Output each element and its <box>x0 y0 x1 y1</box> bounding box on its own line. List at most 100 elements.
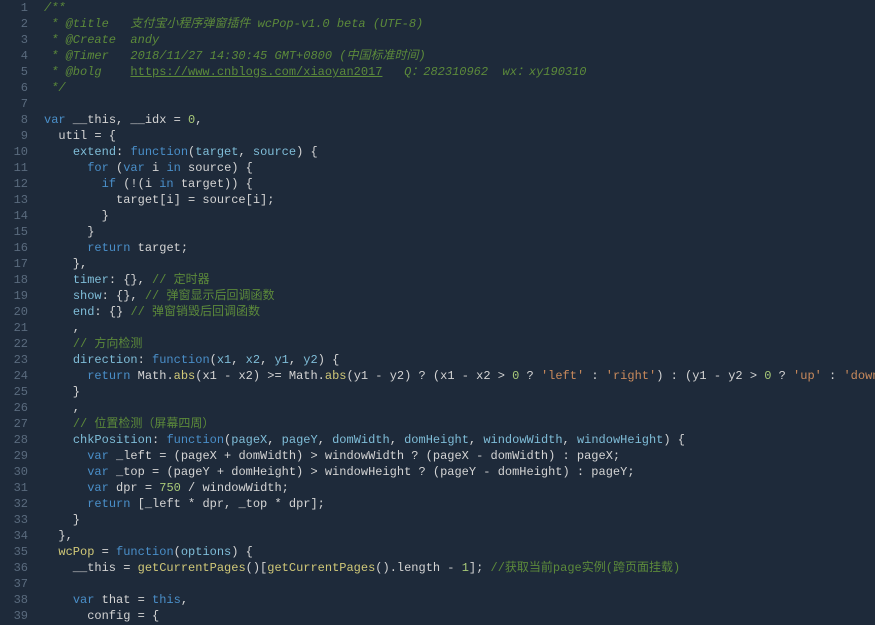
code-line[interactable]: chkPosition: function(pageX, pageY, domW… <box>44 432 875 448</box>
line-number: 22 <box>0 336 28 352</box>
code-line[interactable]: return target; <box>44 240 875 256</box>
code-line[interactable]: return Math.abs(x1 - x2) >= Math.abs(y1 … <box>44 368 875 384</box>
code-line[interactable]: var _left = (pageX + domWidth) > windowW… <box>44 448 875 464</box>
token: _top = (pageY + domHeight) > windowHeigh… <box>109 465 635 479</box>
code-line[interactable]: */ <box>44 80 875 96</box>
token: return <box>87 497 130 511</box>
code-line[interactable]: /** <box>44 0 875 16</box>
code-line[interactable]: show: {}, // 弹窗显示后回调函数 <box>44 288 875 304</box>
code-line[interactable]: , <box>44 320 875 336</box>
code-line[interactable] <box>44 96 875 112</box>
token: : <box>116 145 130 159</box>
code-line[interactable]: } <box>44 208 875 224</box>
line-number: 15 <box>0 224 28 240</box>
token: i <box>145 161 167 175</box>
line-number: 14 <box>0 208 28 224</box>
token: y2 <box>303 353 317 367</box>
code-line[interactable]: * @bolg https://www.cnblogs.com/xiaoyan2… <box>44 64 875 80</box>
token: , <box>267 433 281 447</box>
token: target; <box>130 241 188 255</box>
code-line[interactable]: if (!(i in target)) { <box>44 176 875 192</box>
code-line[interactable]: } <box>44 384 875 400</box>
token <box>44 161 87 175</box>
token: // 弹窗销毁后回调函数 <box>130 305 260 319</box>
code-line[interactable]: var __this, __idx = 0, <box>44 112 875 128</box>
code-line[interactable]: }, <box>44 256 875 272</box>
token <box>44 289 73 303</box>
token: target <box>195 145 238 159</box>
token: , <box>289 353 303 367</box>
code-line[interactable] <box>44 576 875 592</box>
token: x2 <box>246 353 260 367</box>
code-line[interactable]: for (var i in source) { <box>44 160 875 176</box>
line-number: 12 <box>0 176 28 192</box>
line-number: 30 <box>0 464 28 480</box>
token: getCurrentPages <box>267 561 375 575</box>
token: end <box>73 305 95 319</box>
token: var <box>87 481 109 495</box>
token: : {}, <box>109 273 152 287</box>
code-area[interactable]: /** * @title 支付宝小程序弹窗插件 wcPop-v1.0 beta … <box>40 0 875 625</box>
code-line[interactable]: } <box>44 512 875 528</box>
token: function <box>152 353 210 367</box>
token: in <box>166 161 180 175</box>
line-number: 33 <box>0 512 28 528</box>
code-line[interactable]: * @title 支付宝小程序弹窗插件 wcPop-v1.0 beta (UTF… <box>44 16 875 32</box>
code-line[interactable]: end: {} // 弹窗销毁后回调函数 <box>44 304 875 320</box>
token: , <box>181 593 188 607</box>
code-line[interactable]: target[i] = source[i]; <box>44 192 875 208</box>
token: * @title 支付宝小程序弹窗插件 wcPop-v1.0 beta (UTF… <box>44 17 423 31</box>
token: function <box>130 145 188 159</box>
token: ) { <box>663 433 685 447</box>
code-line[interactable]: util = { <box>44 128 875 144</box>
token: wcPop <box>58 545 94 559</box>
code-line[interactable]: wcPop = function(options) { <box>44 544 875 560</box>
line-number: 8 <box>0 112 28 128</box>
token: Math. <box>130 369 173 383</box>
line-number: 6 <box>0 80 28 96</box>
token: // 定时器 <box>152 273 210 287</box>
code-line[interactable]: config = { <box>44 608 875 624</box>
token: 'up' <box>793 369 822 383</box>
code-line[interactable]: * @Create andy <box>44 32 875 48</box>
token: x1 <box>217 353 231 367</box>
code-line[interactable]: , <box>44 400 875 416</box>
code-line[interactable]: direction: function(x1, x2, y1, y2) { <box>44 352 875 368</box>
token: domWidth <box>332 433 390 447</box>
token <box>44 433 73 447</box>
code-line[interactable]: // 位置检测（屏幕四周） <box>44 416 875 432</box>
code-line[interactable]: var that = this, <box>44 592 875 608</box>
code-line[interactable]: * @Timer 2018/11/27 14:30:45 GMT+0800 (中… <box>44 48 875 64</box>
token: // 方向检测 <box>73 337 143 351</box>
token: windowWidth <box>483 433 562 447</box>
token: , <box>231 353 245 367</box>
code-line[interactable]: var dpr = 750 / windowWidth; <box>44 480 875 496</box>
token: return <box>87 241 130 255</box>
code-line[interactable]: return [_left * dpr, _top * dpr]; <box>44 496 875 512</box>
code-line[interactable]: timer: {}, // 定时器 <box>44 272 875 288</box>
line-number: 11 <box>0 160 28 176</box>
code-line[interactable]: }, <box>44 528 875 544</box>
token <box>44 449 87 463</box>
line-number: 4 <box>0 48 28 64</box>
code-line[interactable]: __this = getCurrentPages()[getCurrentPag… <box>44 560 875 576</box>
token: ? <box>771 369 793 383</box>
code-line[interactable]: extend: function(target, source) { <box>44 144 875 160</box>
token: __this, __idx = <box>66 113 188 127</box>
token: target[i] = source[i]; <box>44 193 274 207</box>
token <box>44 545 58 559</box>
token: * @bolg <box>44 65 130 79</box>
code-line[interactable]: } <box>44 224 875 240</box>
code-line[interactable]: // 方向检测 <box>44 336 875 352</box>
token: timer <box>73 273 109 287</box>
token: , <box>260 353 274 367</box>
token: } <box>44 209 109 223</box>
token <box>44 369 87 383</box>
token: : <box>138 353 152 367</box>
token: , <box>563 433 577 447</box>
token: , <box>44 321 80 335</box>
token: ? <box>519 369 541 383</box>
code-line[interactable]: var _top = (pageY + domHeight) > windowH… <box>44 464 875 480</box>
code-editor[interactable]: 1234567891011121314151617181920212223242… <box>0 0 875 625</box>
token: source <box>253 145 296 159</box>
